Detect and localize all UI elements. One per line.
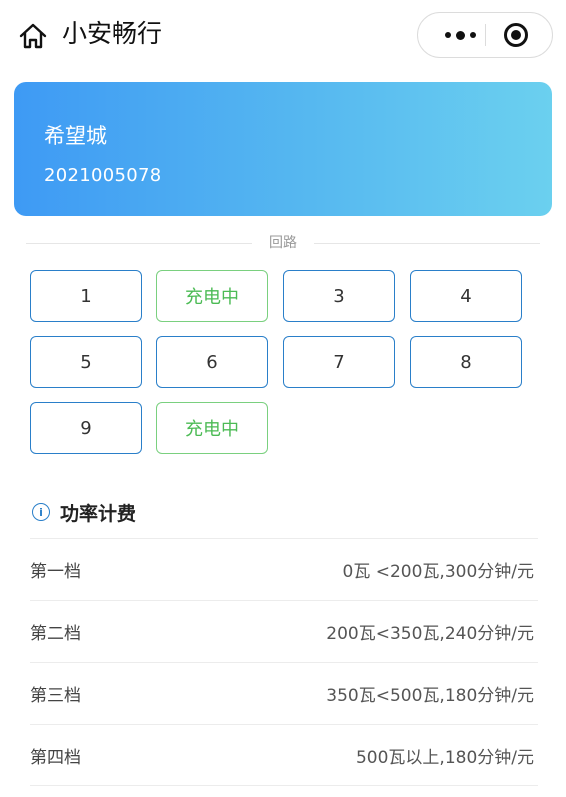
circuit-button-8[interactable]: 8 (410, 336, 522, 388)
more-dots-icon[interactable] (434, 13, 486, 57)
circuit-divider: 回路 (26, 232, 540, 254)
station-code: 2021005078 (44, 165, 162, 186)
info-icon: i (32, 503, 50, 521)
nav-bar: 小安畅行 (0, 0, 566, 70)
pricing-row: 第二档 200瓦<350瓦,240分钟/元 (30, 600, 538, 662)
home-icon[interactable] (18, 22, 48, 50)
pricing-title: 功率计费 (60, 502, 137, 525)
circuit-grid: 1 充电中 3 4 5 6 7 8 9 充电中 (30, 270, 522, 454)
circuit-button-1[interactable]: 1 (30, 270, 142, 322)
circuit-button-7[interactable]: 7 (283, 336, 395, 388)
station-name: 希望城 (44, 124, 107, 148)
tier-name: 第三档 (30, 686, 81, 706)
close-circle-icon[interactable] (504, 23, 528, 47)
tier-value: 200瓦<350瓦,240分钟/元 (326, 624, 534, 644)
tier-name: 第一档 (30, 562, 81, 582)
circuit-button-2-charging[interactable]: 充电中 (156, 270, 268, 322)
pricing-row: 第三档 350瓦<500瓦,180分钟/元 (30, 662, 538, 724)
divider-line-right (314, 243, 540, 244)
circuit-button-9[interactable]: 9 (30, 402, 142, 454)
pricing-row: 第四档 500瓦以上,180分钟/元 (30, 724, 538, 786)
circuit-button-5[interactable]: 5 (30, 336, 142, 388)
mini-program-capsule (417, 12, 553, 58)
pricing-list: 第一档 0瓦 <200瓦,300分钟/元 第二档 200瓦<350瓦,240分钟… (30, 538, 538, 786)
pricing-header: i 功率计费 (32, 498, 136, 526)
circuit-button-6[interactable]: 6 (156, 336, 268, 388)
tier-value: 0瓦 <200瓦,300分钟/元 (342, 562, 535, 582)
tier-value: 500瓦以上,180分钟/元 (355, 747, 534, 768)
station-card: 希望城 2021005078 (14, 82, 552, 216)
circuit-button-10-charging[interactable]: 充电中 (156, 402, 268, 454)
page-title: 小安畅行 (62, 19, 163, 48)
pricing-row: 第一档 0瓦 <200瓦,300分钟/元 (30, 538, 538, 600)
tier-value: 350瓦<500瓦,180分钟/元 (326, 686, 534, 706)
circuit-button-4[interactable]: 4 (410, 270, 522, 322)
capsule-divider (485, 24, 486, 46)
tier-name: 第二档 (30, 624, 81, 644)
tier-name: 第四档 (30, 747, 81, 768)
circuit-button-3[interactable]: 3 (283, 270, 395, 322)
